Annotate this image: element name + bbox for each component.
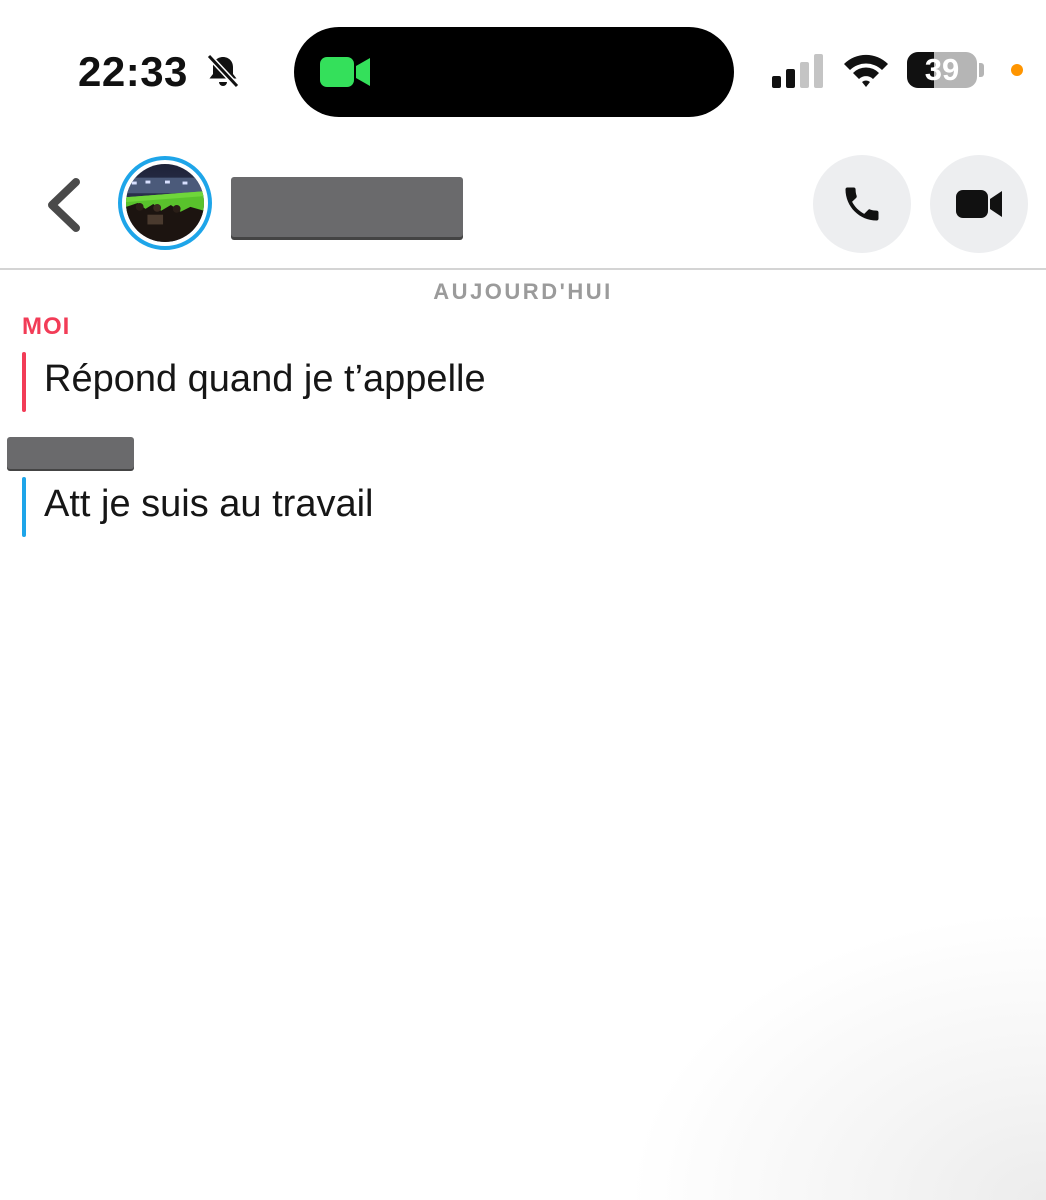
dynamic-island[interactable] bbox=[294, 27, 734, 117]
status-time: 22:33 bbox=[78, 48, 188, 95]
message-text[interactable]: Répond quand je t’appelle bbox=[44, 358, 486, 401]
cellular-signal-icon bbox=[772, 54, 823, 88]
back-button[interactable] bbox=[40, 176, 90, 234]
sender-label-me: MOI bbox=[22, 313, 71, 340]
avatar bbox=[126, 164, 204, 242]
battery-tip bbox=[979, 63, 984, 77]
chat-screen: 22:33 39 AUJOURD'HUI MOI Répond quand je… bbox=[0, 0, 1046, 1200]
sender-label-friend-redacted bbox=[7, 437, 134, 469]
message-text[interactable]: Att je suis au travail bbox=[44, 483, 373, 526]
battery-level: 39 bbox=[924, 52, 960, 87]
date-separator: AUJOURD'HUI bbox=[433, 279, 613, 304]
facetime-video-icon bbox=[320, 57, 370, 87]
video-call-button[interactable] bbox=[930, 155, 1028, 253]
contact-name-redacted bbox=[231, 177, 463, 237]
header-divider bbox=[0, 268, 1046, 270]
message-accent-bar bbox=[22, 477, 26, 537]
phone-icon bbox=[845, 187, 879, 221]
message-accent-bar bbox=[22, 352, 26, 412]
chevron-left-icon bbox=[48, 178, 80, 232]
video-camera-icon bbox=[956, 190, 1002, 218]
avatar-story-ring[interactable] bbox=[118, 156, 212, 250]
battery-icon: 39 bbox=[907, 52, 977, 88]
privacy-indicator-dot bbox=[1011, 64, 1023, 76]
wifi-icon bbox=[844, 54, 888, 87]
call-button[interactable] bbox=[813, 155, 911, 253]
bell-slash-icon bbox=[206, 53, 240, 89]
